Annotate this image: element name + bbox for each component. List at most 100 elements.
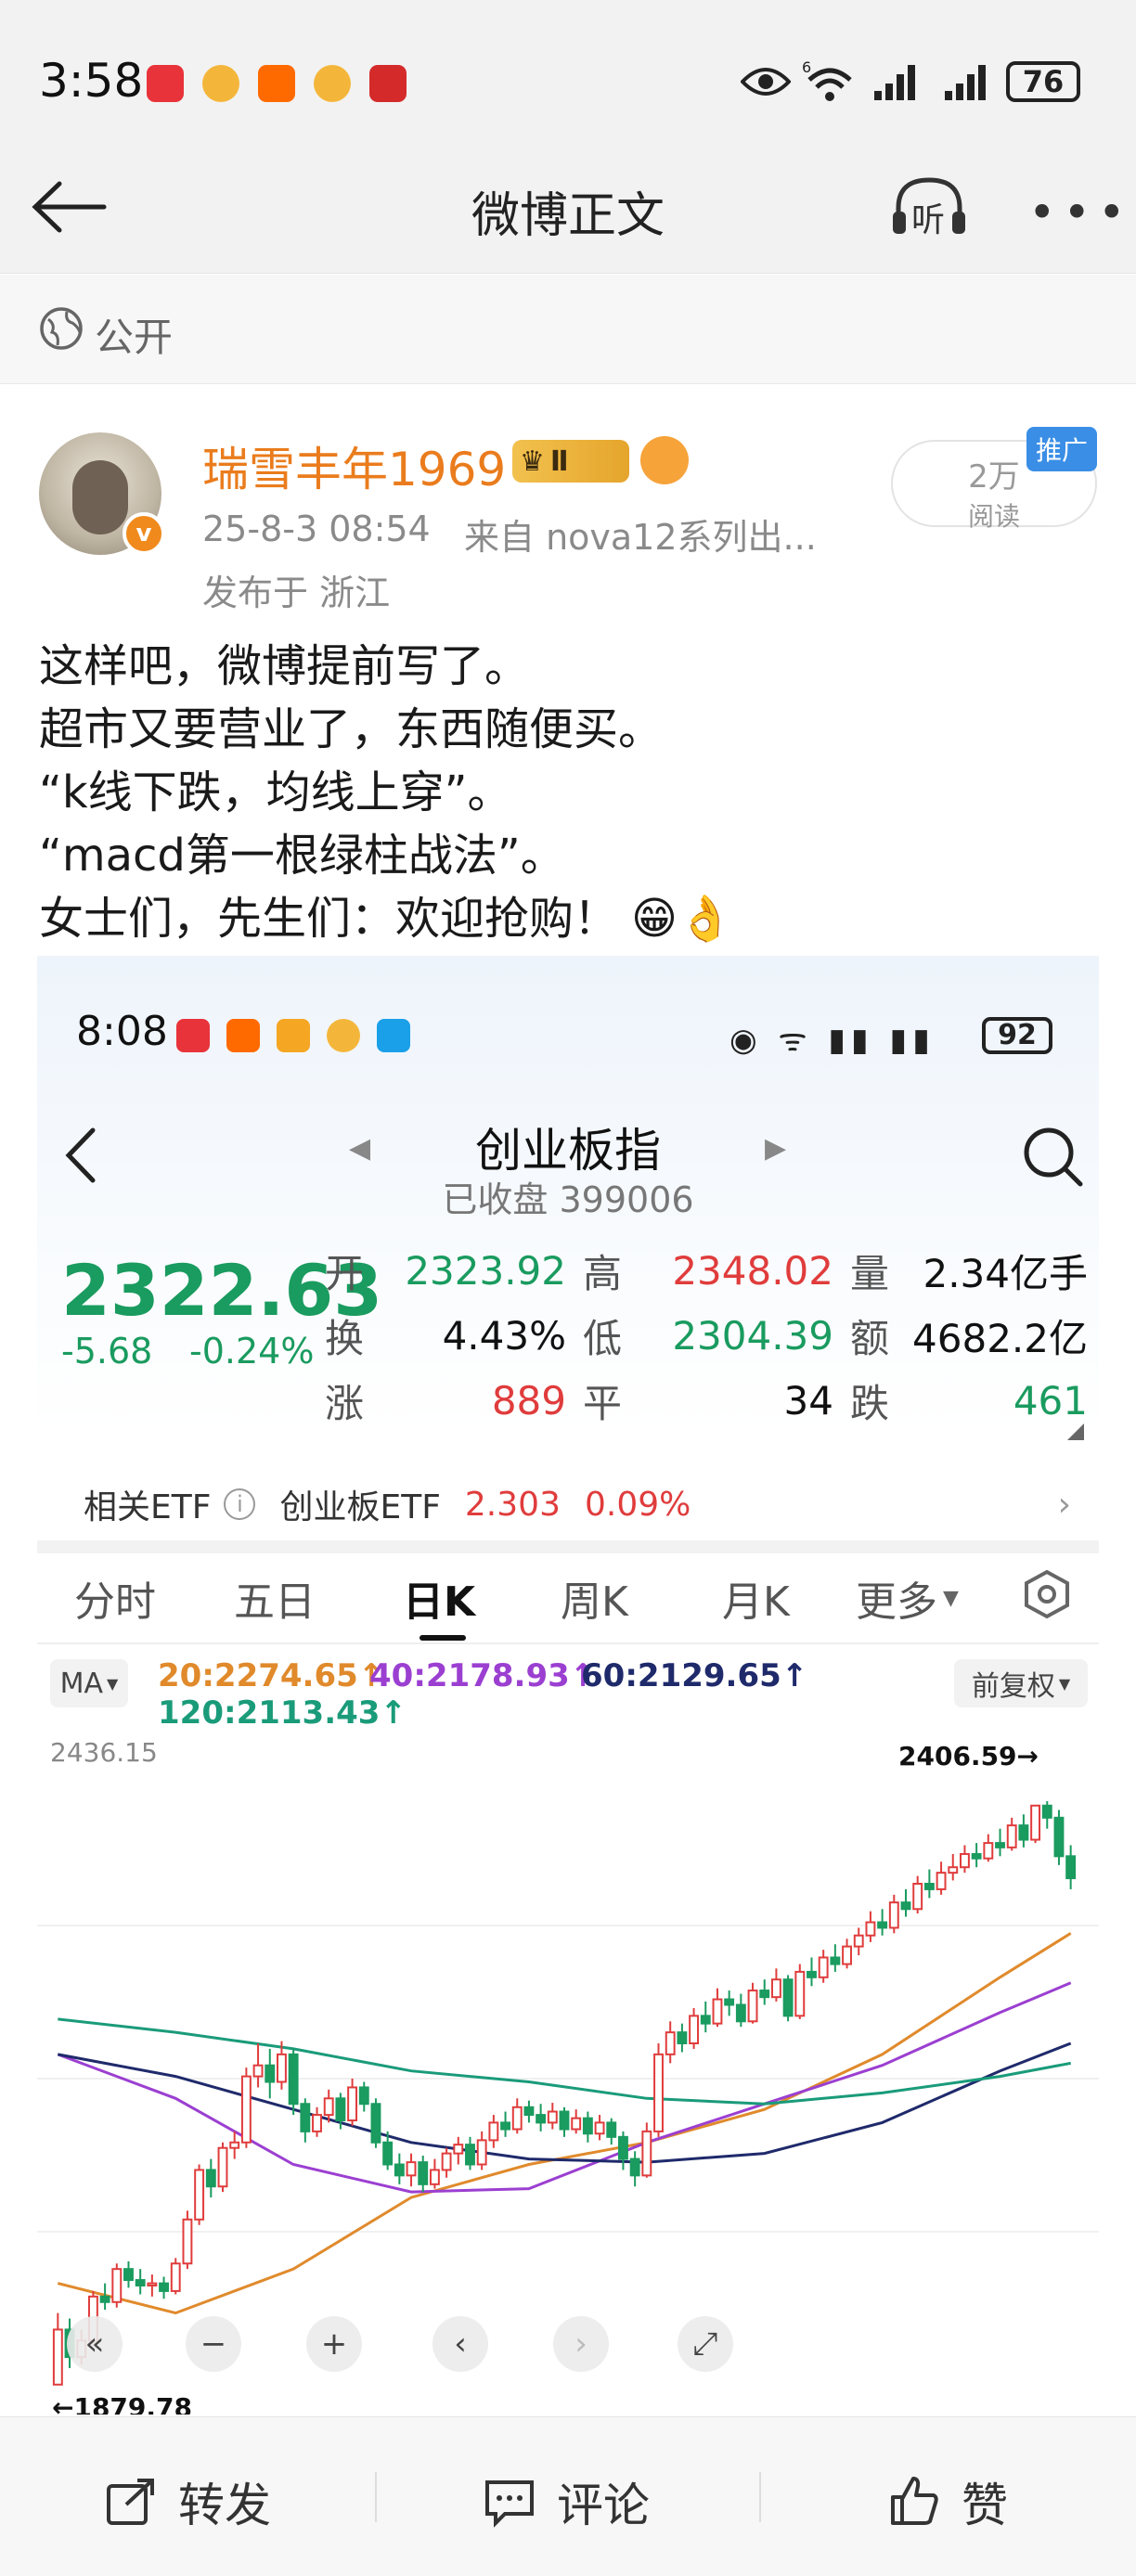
wifi-icon: 6 (802, 58, 852, 101)
etf-name: 创业板ETF (279, 1488, 441, 1526)
vip-crown-badge: ♛ Ⅱ (512, 440, 629, 483)
candle (312, 2106, 322, 2137)
embedded-screenshot[interactable]: 8:08 ◉ ᯤ ▮▮ ▮▮ 92 ◀ 创业板指 已收盘 399006 ▶ 23… (37, 956, 1099, 2415)
candle (217, 2142, 228, 2193)
expand-corner-icon[interactable] (1067, 1423, 1084, 1440)
search-icon[interactable] (1021, 1125, 1086, 1190)
plus-icon[interactable]: + (306, 2316, 362, 2372)
etf-pct: 0.09% (584, 1485, 691, 1524)
candle (759, 1979, 770, 2005)
eye-icon (741, 68, 791, 96)
candle (818, 1950, 829, 1983)
caret-icon: ▼ (107, 1674, 119, 1693)
candle (665, 2021, 676, 2064)
candle (865, 1911, 876, 1942)
divider (37, 1540, 1099, 1553)
candle (983, 1834, 994, 1862)
candle (194, 2164, 205, 2225)
candlestick-chart[interactable] (37, 1735, 1099, 2415)
ma-button[interactable]: MA ▼ (50, 1659, 128, 1707)
candle (971, 1843, 982, 1868)
candle (418, 2155, 429, 2193)
high-price-value: 2406.59 (898, 1741, 1017, 1771)
quote-row: 开 2323.92 高 2348.02 量 2.34亿手 (325, 1238, 1090, 1303)
candle (394, 2153, 405, 2184)
settings-hex-icon[interactable] (1021, 1568, 1073, 1620)
tab-five-day[interactable]: 五日 (234, 1568, 316, 1628)
weibo-app-icon-2 (314, 65, 351, 102)
more-menu-icon[interactable]: ••• (1028, 186, 1132, 239)
tab-daily-k[interactable]: 日K (403, 1568, 475, 1628)
taobao-icon (226, 1019, 260, 1052)
quote-label: 涨 (325, 1380, 365, 1426)
quote-label: 跌 (850, 1380, 890, 1426)
post-datetime: 25-8-3 08:54 (202, 509, 431, 549)
post-source[interactable]: 来自 nova12系列出... (464, 509, 817, 560)
weibo-app-icon (202, 65, 239, 102)
shot-app-icons (176, 1019, 410, 1052)
candle (807, 1957, 817, 1987)
next-index-icon[interactable]: ▶ (765, 1132, 786, 1165)
post-line: 超市又要营业了，东西随便买。 (39, 703, 664, 755)
candle (712, 1988, 723, 2028)
repost-button[interactable]: 转发 (104, 2468, 271, 2535)
status-time: 3:58 (39, 54, 144, 108)
low-price-marker: ←1879.78 (52, 2392, 192, 2415)
author-name[interactable]: 瑞雪丰年1969 (202, 432, 506, 499)
fullscreen-icon[interactable]: ⤢ (678, 2316, 733, 2372)
quote-value: 2.34亿手 (923, 1250, 1088, 1296)
candle (300, 2098, 311, 2143)
battery-level: 76 (1022, 64, 1065, 99)
candle (1018, 1814, 1029, 1848)
post-line: “macd第一根绿柱战法”。 (39, 830, 565, 882)
high-price-marker: 2406.59→ (898, 1741, 1039, 1771)
comment-button[interactable]: 评论 (483, 2468, 650, 2535)
avatar-figure (72, 460, 128, 535)
candle (842, 1938, 852, 1969)
ma40-legend: 40:2178.93↑ (369, 1657, 597, 1694)
promo-tag: 推广 (1026, 427, 1098, 471)
quote-label: 换 (325, 1315, 365, 1361)
candle (182, 2210, 193, 2270)
tab-monthly-k[interactable]: 月K (722, 1568, 790, 1628)
huawei-app-icon (147, 65, 184, 102)
candle (641, 2122, 652, 2178)
pan-left-icon[interactable]: ‹ (432, 2316, 488, 2372)
etf-row[interactable]: 相关ETF i 创业板ETF 2.303 0.09% › (84, 1472, 1095, 1537)
quote-value: 461 (1013, 1377, 1088, 1423)
candle (147, 2274, 158, 2297)
quote-label: 开 (325, 1250, 365, 1296)
pan-right-icon[interactable]: › (553, 2316, 609, 2372)
tab-more[interactable]: 更多 ▼ (856, 1568, 959, 1628)
candle (995, 1828, 1005, 1857)
tab-intraday[interactable]: 分时 (74, 1568, 156, 1628)
candle (618, 2131, 628, 2170)
candle (677, 2023, 688, 2053)
ma20-legend: 20:2274.65↑ (158, 1657, 385, 1694)
candle (240, 2067, 252, 2148)
listen-button[interactable]: 听 (889, 174, 969, 239)
search-app-icon (377, 1019, 410, 1052)
index-change-pct: -0.24% (189, 1331, 315, 1372)
zoom-out-icon[interactable]: « (67, 2316, 123, 2372)
bottom-divider-2 (759, 2472, 761, 2522)
taobao-app-icon (258, 65, 295, 102)
candle (252, 2042, 264, 2088)
candle (770, 1968, 781, 2002)
ma120-legend: 120:2113.43↑ (158, 1694, 407, 1732)
tab-weekly-k[interactable]: 周K (561, 1568, 628, 1628)
minus-icon[interactable]: − (186, 2316, 241, 2372)
candle (923, 1869, 935, 1899)
candle (99, 2283, 110, 2311)
candle (1065, 1845, 1077, 1889)
candle (159, 2276, 169, 2299)
like-button[interactable]: 赞 (887, 2468, 1008, 2535)
candle (52, 2312, 63, 2386)
adjust-button[interactable]: 前复权 ▼ (954, 1659, 1088, 1707)
post-line-last: 女士们，先生们：欢迎抢购！ 😁👌 (39, 887, 733, 950)
candle (135, 2269, 146, 2295)
quote-label: 高 (583, 1250, 623, 1296)
candle (358, 2081, 369, 2112)
etf-price: 2.303 (464, 1485, 561, 1524)
candle (830, 1944, 841, 1972)
